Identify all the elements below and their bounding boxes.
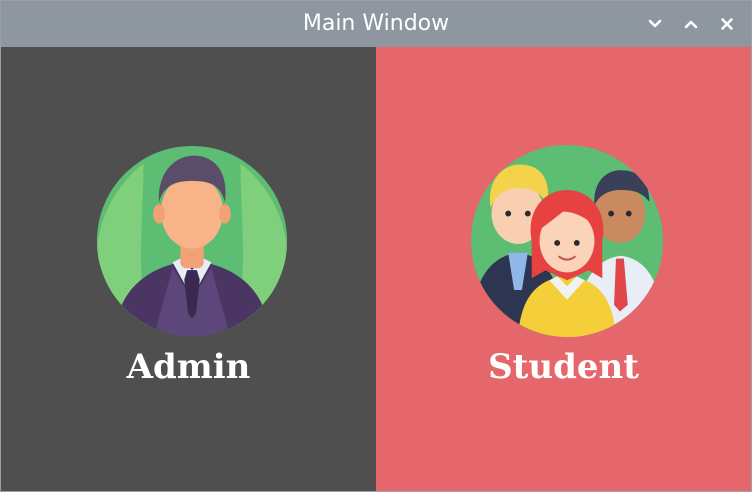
close-button[interactable] — [711, 9, 743, 39]
students-group-icon — [470, 144, 664, 338]
chevron-down-icon — [648, 19, 662, 28]
maximize-button[interactable] — [675, 9, 707, 39]
admin-label: Admin — [126, 347, 251, 387]
chevron-up-icon — [684, 20, 698, 29]
minimize-button[interactable] — [639, 9, 671, 39]
admin-panel[interactable]: Admin — [1, 47, 376, 491]
admin-avatar-icon — [96, 145, 288, 337]
title-bar[interactable]: Main Window — [1, 1, 751, 47]
close-icon — [721, 18, 733, 30]
student-label: Student — [488, 347, 639, 387]
main-content: Admin Student — [1, 47, 751, 491]
main-window: Main Window Admin Student — [0, 0, 752, 492]
window-controls — [639, 9, 743, 39]
student-panel[interactable]: Student — [376, 47, 751, 491]
